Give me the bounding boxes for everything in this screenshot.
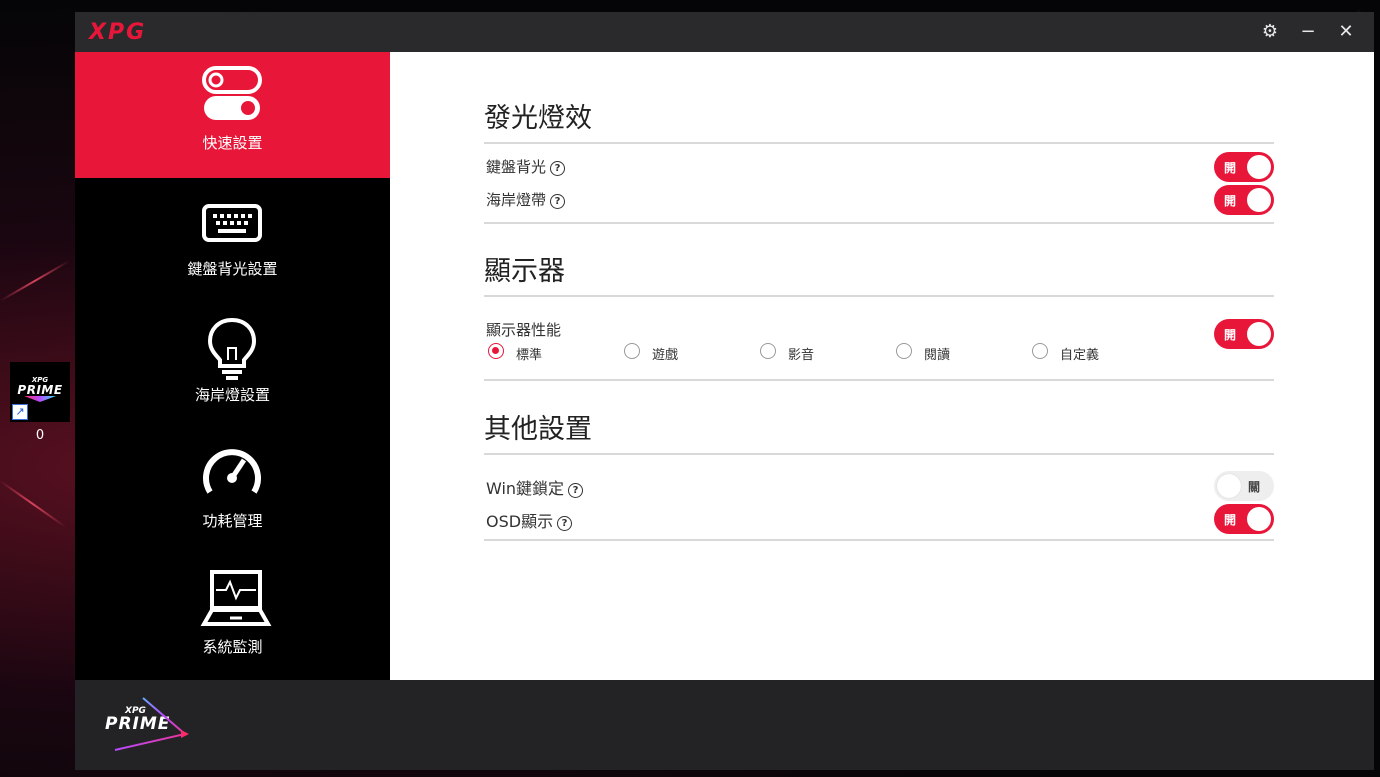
keyboard-icon <box>202 204 262 242</box>
row-label: OSD顯示? <box>486 508 573 532</box>
prime-triangle-icon <box>114 697 189 751</box>
help-icon[interactable]: ? <box>550 194 566 209</box>
settings-gear-button[interactable]: ⚙ <box>1257 20 1283 44</box>
row-win-key-lock: Win鍵鎖定? 關 <box>484 471 1274 501</box>
nav-item-keyboard-backlight[interactable]: 鍵盤背光設置 <box>75 178 390 304</box>
nav-label: 鍵盤背光設置 <box>187 260 278 278</box>
coast-light-toggle[interactable]: 開 <box>1214 185 1274 215</box>
row-label: 鍵盤背光? <box>486 156 566 177</box>
help-icon[interactable]: ? <box>557 516 573 531</box>
speedometer-icon <box>203 449 261 494</box>
row-keyboard-backlight: 鍵盤背光? 開 <box>484 152 1274 182</box>
nav-label: 系統監測 <box>202 638 263 656</box>
radio-label: 閱讀 <box>924 348 951 363</box>
help-icon[interactable]: ? <box>550 161 566 176</box>
section-title: 顯示器 <box>484 249 1274 297</box>
row-coast-light-strip: 海岸燈帶? 開 <box>484 185 1274 215</box>
keyboard-backlight-toggle[interactable]: 開 <box>1214 152 1274 182</box>
desktop-shortcut-xpg-prime[interactable]: XPG PRIME ↗ 0 <box>10 362 70 443</box>
toggle-label: 開 <box>1224 513 1237 527</box>
radio-circle <box>896 343 912 359</box>
radio-label: 自定義 <box>1060 348 1100 363</box>
shortcut-label: 0 <box>35 428 45 443</box>
sidebar: 快速設置 鍵盤背光設置 海岸燈設置 功耗管理 系統監測 <box>75 52 390 680</box>
shortcut-logo-main: PRIME <box>17 383 63 397</box>
nav-item-coast-light[interactable]: 海岸燈設置 <box>75 304 390 430</box>
laptop-monitor-icon <box>200 570 272 626</box>
main-content: 發光燈效 鍵盤背光? 開 海岸燈帶? 開 顯示器 顯示器性能 開 標準 遊戲 影… <box>390 52 1374 680</box>
toggle-label: 關 <box>1247 480 1260 494</box>
nav-item-system-monitor[interactable]: 系統監測 <box>75 556 390 682</box>
nav-item-power-management[interactable]: 功耗管理 <box>75 430 390 556</box>
toggle-knob <box>1217 474 1241 498</box>
radio-label: 遊戲 <box>652 348 679 363</box>
nav-item-quick-settings[interactable]: 快速設置 <box>75 52 390 178</box>
row-osd-display: OSD顯示? 開 <box>484 504 1274 534</box>
background-streak <box>0 260 70 302</box>
radio-circle <box>624 343 640 359</box>
toggle-switches-icon <box>202 66 262 120</box>
radio-circle <box>1032 343 1048 359</box>
radio-circle <box>760 343 776 359</box>
row-label: 顯示器性能 <box>486 321 562 339</box>
row-display-performance: 顯示器性能 開 標準 遊戲 影音 閱讀 自定義 <box>484 317 1274 373</box>
close-button[interactable]: ✕ <box>1333 20 1359 44</box>
nav-label: 功耗管理 <box>202 512 263 530</box>
osd-display-toggle[interactable]: 開 <box>1214 504 1274 534</box>
app-icon: XPG PRIME ↗ <box>10 362 70 422</box>
toggle-label: 開 <box>1224 194 1237 208</box>
section-divider <box>484 379 1274 381</box>
help-icon[interactable]: ? <box>568 483 584 498</box>
row-label: Win鍵鎖定? <box>486 475 584 499</box>
radio-circle <box>488 343 504 359</box>
footer: XPG PRIME <box>75 680 1374 770</box>
section-divider <box>484 539 1274 541</box>
xpg-logo: XPG <box>89 20 147 45</box>
row-label: 海岸燈帶? <box>486 189 566 210</box>
toggle-knob <box>1247 322 1271 346</box>
section-lighting: 發光燈效 鍵盤背光? 開 海岸燈帶? 開 <box>484 96 1274 224</box>
section-title: 發光燈效 <box>484 96 1274 144</box>
toggle-label: 開 <box>1224 328 1237 342</box>
lightbulb-icon <box>207 317 257 380</box>
radio-label: 影音 <box>788 348 815 363</box>
win-key-lock-toggle[interactable]: 關 <box>1214 471 1274 501</box>
prime-triangle-icon <box>24 396 56 402</box>
toggle-knob <box>1247 155 1271 179</box>
toggle-label: 開 <box>1224 161 1237 175</box>
section-divider <box>484 222 1274 224</box>
toggle-knob <box>1247 507 1271 531</box>
title-bar[interactable]: XPG ⚙ − ✕ <box>75 12 1374 52</box>
section-title: 其他設置 <box>484 407 1274 455</box>
nav-label: 海岸燈設置 <box>194 386 270 404</box>
radio-label: 標準 <box>516 348 543 363</box>
toggle-knob <box>1247 188 1271 212</box>
app-window: XPG ⚙ − ✕ 快速設置 鍵盤背光設置 海岸燈設置 功耗管理 系統監測 發光… <box>75 12 1374 770</box>
background-streak <box>0 480 67 528</box>
section-other-settings: 其他設置 Win鍵鎖定? 關 OSD顯示? 開 <box>484 407 1274 541</box>
xpg-prime-logo: XPG PRIME <box>105 694 195 754</box>
display-performance-toggle[interactable]: 開 <box>1214 319 1274 349</box>
shortcut-arrow-icon: ↗ <box>12 404 28 420</box>
nav-label: 快速設置 <box>202 134 263 152</box>
section-display: 顯示器 顯示器性能 開 標準 遊戲 影音 閱讀 自定義 <box>484 249 1274 381</box>
minimize-button[interactable]: − <box>1295 20 1321 44</box>
